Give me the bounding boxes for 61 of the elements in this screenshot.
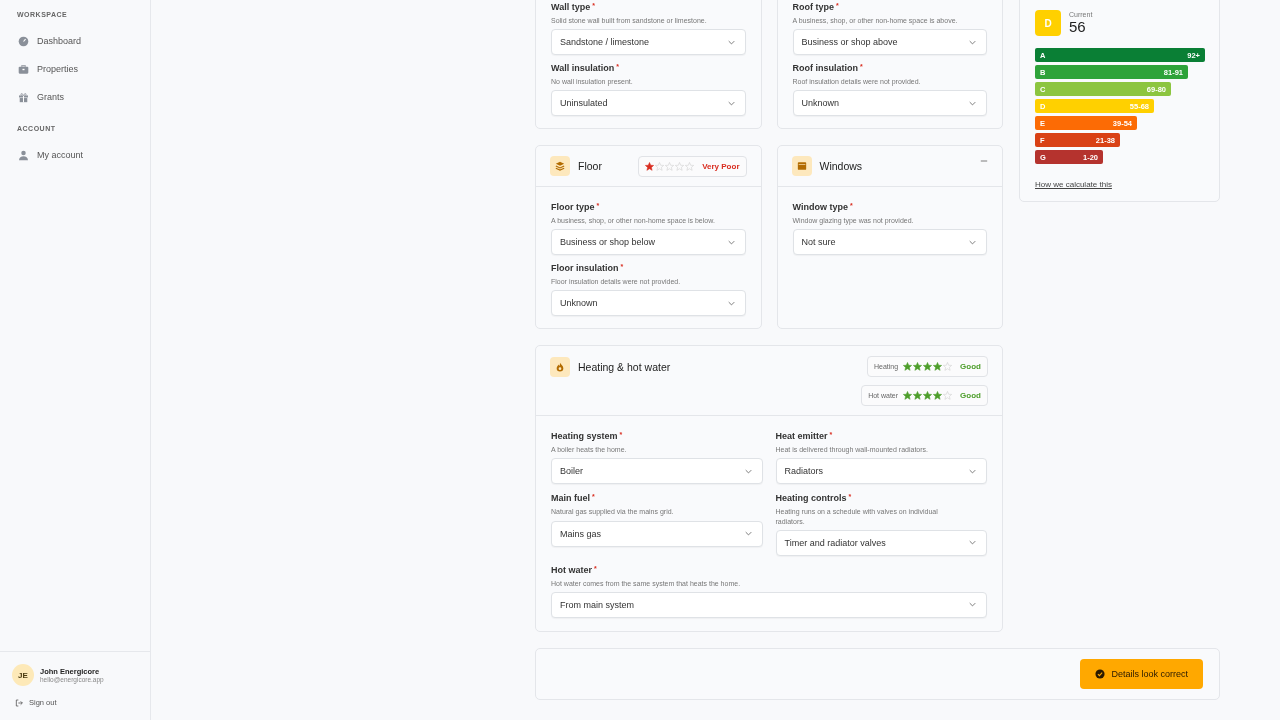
chevron-down-icon xyxy=(969,239,976,245)
card-title: Windows xyxy=(819,160,863,173)
star-icon xyxy=(943,391,953,401)
card-title: Heating & hot water xyxy=(578,360,671,376)
star-icon xyxy=(913,391,923,401)
current-score: 56 xyxy=(1069,18,1086,35)
select-field[interactable]: Sandstone / limestone xyxy=(551,29,746,56)
star-icon xyxy=(923,362,933,372)
nav-item[interactable]: Dashboard xyxy=(8,27,92,55)
star-icon xyxy=(655,161,665,171)
select-field[interactable]: Mains gas xyxy=(551,520,763,547)
chevron-down-icon xyxy=(969,468,976,474)
chevron-down-icon xyxy=(727,300,735,306)
gift-icon xyxy=(18,91,29,103)
chevron-down-icon xyxy=(727,39,735,45)
select-field[interactable]: Timer and radiator valves xyxy=(775,529,987,556)
select-field[interactable]: Business or shop above xyxy=(792,29,987,56)
collapse-icon[interactable] xyxy=(980,159,988,164)
star-icon xyxy=(923,391,933,401)
select-field[interactable]: Radiators xyxy=(775,458,987,485)
select-field[interactable]: Boiler xyxy=(551,458,763,485)
user-avatar: JE xyxy=(12,664,34,686)
star-icon xyxy=(933,391,943,401)
person-icon xyxy=(18,149,29,161)
rating-verdict: Good xyxy=(960,362,981,372)
check-circle-icon xyxy=(1095,668,1106,679)
chevron-down-icon xyxy=(744,531,752,537)
chevron-down-icon xyxy=(969,602,976,608)
nav-item[interactable]: My account xyxy=(8,141,94,169)
rating-verdict: Good xyxy=(960,391,981,401)
select-field[interactable]: Uninsulated xyxy=(551,90,746,117)
gauge-icon xyxy=(18,35,29,47)
briefcase-icon xyxy=(18,63,29,75)
star-icon xyxy=(933,362,943,372)
nav-item[interactable]: Grants xyxy=(8,83,74,111)
select-field[interactable]: From main system xyxy=(551,591,987,618)
star-icon xyxy=(665,161,675,171)
rating-band-badge: D xyxy=(1035,10,1061,36)
window-icon xyxy=(791,156,812,177)
confirm-button[interactable]: Details look correct xyxy=(1080,658,1203,689)
chevron-down-icon xyxy=(727,100,735,106)
star-icon xyxy=(675,161,685,171)
star-icon xyxy=(943,362,953,372)
select-field[interactable]: Unknown xyxy=(551,290,746,317)
star-icon xyxy=(913,362,923,372)
nav-item[interactable]: Properties xyxy=(8,55,89,83)
star-icon xyxy=(685,161,695,171)
select-field[interactable]: Unknown xyxy=(792,90,987,117)
chevron-down-icon xyxy=(969,540,976,546)
sign-out-icon xyxy=(15,698,23,707)
chevron-down-icon xyxy=(744,468,752,474)
flame-icon xyxy=(550,357,570,378)
select-field[interactable]: Business or shop below xyxy=(551,229,746,256)
chevron-down-icon xyxy=(969,39,976,45)
chevron-down-icon xyxy=(727,239,735,245)
card-title: Floor xyxy=(578,160,602,173)
select-field[interactable]: Not sure xyxy=(792,229,987,256)
chevron-down-icon xyxy=(969,100,976,106)
layers-icon xyxy=(550,156,570,177)
rating-verdict: Very Poor xyxy=(702,161,740,171)
calculation-link[interactable]: How we calculate this xyxy=(1035,180,1112,189)
